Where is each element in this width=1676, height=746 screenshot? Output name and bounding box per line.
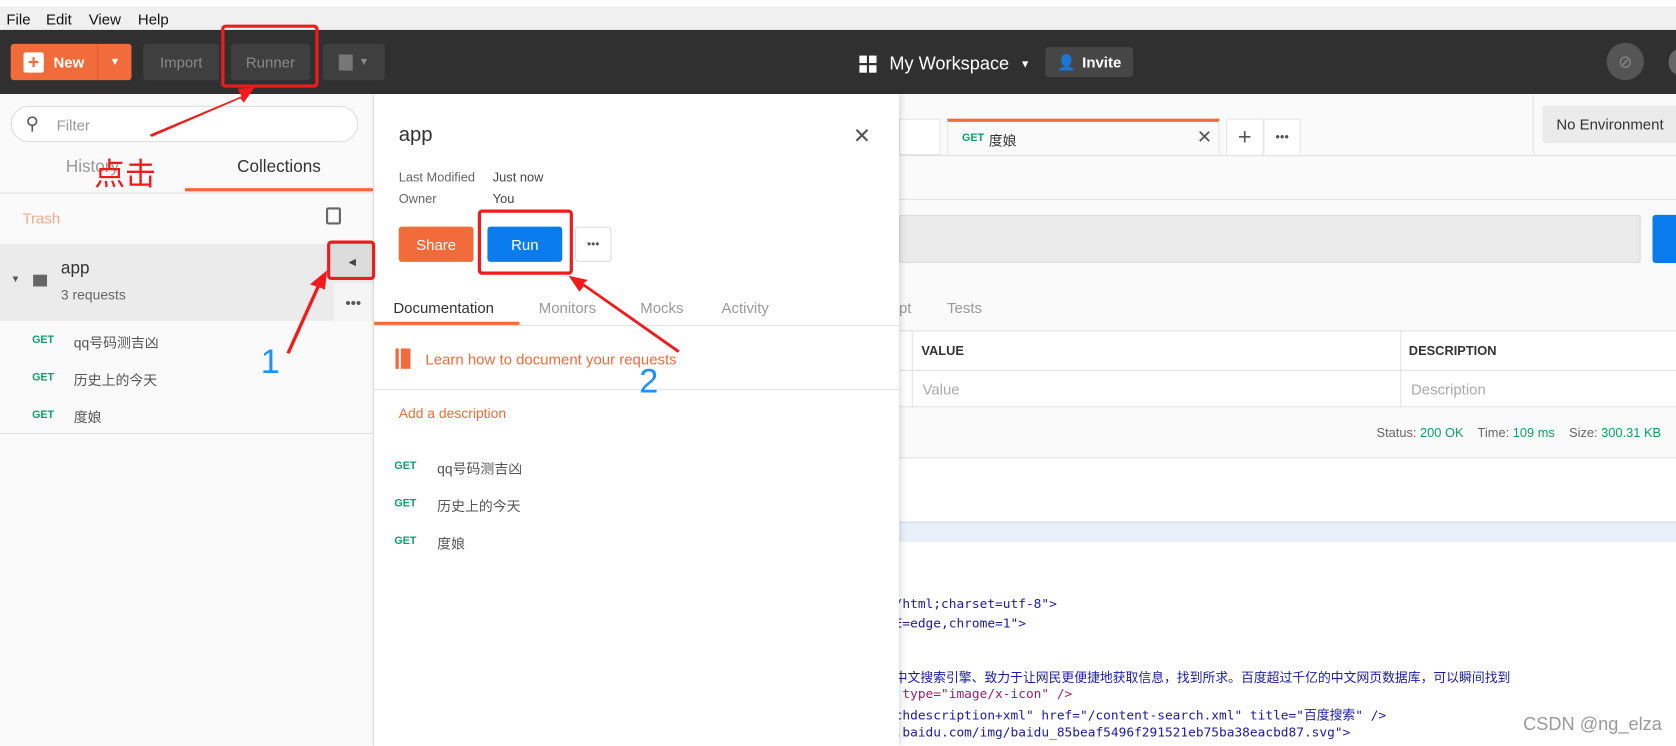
arrow-to-expand [286,270,328,354]
annotation-arrows [149,87,680,354]
annotation-step-2: 2 [639,361,659,400]
watermark: CSDN @ng_elza [1523,714,1662,735]
arrow-to-runner [149,87,255,137]
annotation-click-label: 点击 [94,158,157,193]
annotation-step-1: 1 [260,342,280,381]
arrow-to-run [568,275,680,353]
